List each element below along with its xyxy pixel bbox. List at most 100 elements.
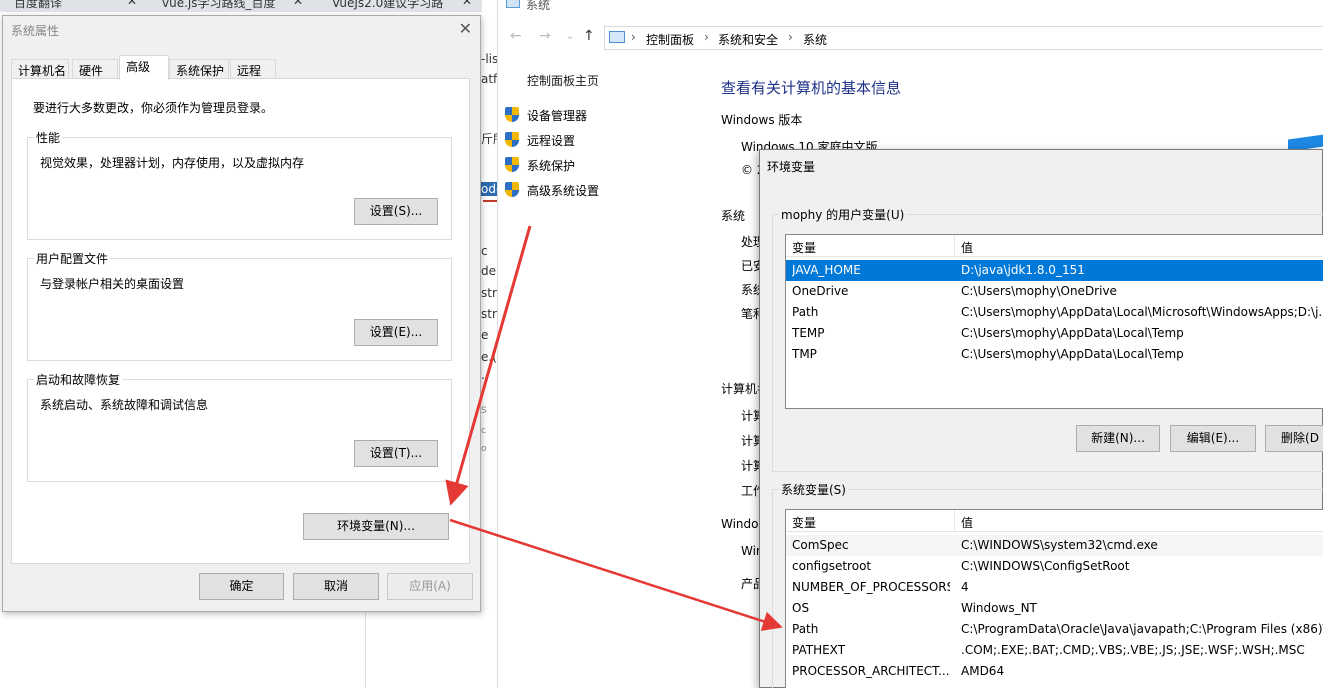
tab-system-protection[interactable]: 系统保护 [169, 59, 229, 79]
browser-tab[interactable]: VueJs2.0建议学习路 [332, 0, 443, 12]
table-row[interactable]: configsetroot C:\WINDOWS\ConfigSetRoot [786, 556, 1323, 577]
user-variables-list[interactable]: 变量 值 JAVA_HOME D:\java\jdk1.8.0_151 OneD… [785, 234, 1323, 409]
user-delete-button[interactable]: 删除(D [1265, 425, 1323, 452]
chevron-down-icon[interactable]: ⌄ [566, 31, 574, 42]
sidebar-item-label: 设备管理器 [527, 109, 588, 123]
tab-label: 高级 [126, 60, 151, 74]
tab-advanced[interactable]: 高级 [119, 55, 169, 80]
column-header-value[interactable]: 值 [961, 239, 973, 256]
group-title: 启动和故障恢复 [34, 371, 123, 388]
dialog-title: 系统属性 [11, 24, 60, 38]
variable-value: D:\java\jdk1.8.0_151 [961, 263, 1085, 277]
ok-button[interactable]: 确定 [199, 573, 284, 600]
tab-title: VueJs2.0建议学习路 [332, 0, 444, 10]
user-new-button[interactable]: 新建(N)... [1076, 425, 1160, 452]
cancel-button[interactable]: 取消 [293, 573, 379, 600]
variable-name: TEMP [792, 326, 825, 340]
admin-note: 要进行大多数更改，你必须作为管理员登录。 [33, 101, 274, 115]
forward-arrow-icon[interactable]: → [539, 28, 551, 44]
table-row[interactable]: OS Windows_NT [786, 598, 1323, 619]
browser-tab[interactable]: vue.js学习路线_百度 [162, 0, 276, 12]
tab-hardware[interactable]: 硬件 [72, 59, 118, 79]
table-row[interactable]: JAVA_HOME D:\java\jdk1.8.0_151 [786, 260, 1323, 281]
variable-value: C:\WINDOWS\ConfigSetRoot [961, 559, 1130, 573]
bg-text: strp [481, 286, 497, 300]
variable-value: C:\WINDOWS\system32\cmd.exe [961, 538, 1158, 552]
group-description: 视觉效果，处理器计划，内存使用，以及虚拟内存 [40, 156, 305, 170]
variable-value: .COM;.EXE;.BAT;.CMD;.VBS;.VBE;.JS;.JSE;.… [961, 643, 1305, 657]
table-row[interactable]: ComSpec C:\WINDOWS\system32\cmd.exe [786, 535, 1323, 556]
variable-name: TMP [792, 347, 817, 361]
tab-label: 计算机名 [18, 64, 67, 78]
user-edit-button[interactable]: 编辑(E)... [1170, 425, 1256, 452]
variable-name: OneDrive [792, 284, 849, 298]
table-row[interactable]: PROCESSOR_ARCHITECT... AMD64 [786, 661, 1323, 682]
table-row[interactable]: OneDrive C:\Users\mophy\OneDrive [786, 281, 1323, 302]
breadcrumb: › 控制面板 › 系统和安全 › 系统 [604, 26, 1323, 50]
startup-recovery-group: 启动和故障恢复 系统启动、系统故障和调试信息 设置(T)... [27, 371, 452, 482]
dialog-title: 环境变量 [767, 160, 816, 174]
table-row[interactable]: Path C:\Users\mophy\AppData\Local\Micros… [786, 302, 1323, 323]
bg-divider [365, 610, 366, 688]
close-icon[interactable]: ✕ [127, 0, 137, 12]
bg-text: e.( [481, 350, 497, 364]
column-divider[interactable] [954, 510, 955, 532]
sidebar-item-label: 远程设置 [527, 134, 576, 148]
up-arrow-icon[interactable]: ↑ [583, 28, 595, 44]
user-profile-settings-button[interactable]: 设置(E)... [354, 319, 438, 346]
bg-text: atf [481, 72, 497, 86]
column-divider[interactable] [954, 235, 955, 257]
window-title: 系统 [526, 0, 551, 12]
tab-remote[interactable]: 远程 [230, 59, 276, 79]
variable-name: configsetroot [792, 559, 872, 573]
column-header-value[interactable]: 值 [961, 514, 973, 531]
variable-value: C:\Users\mophy\AppData\Local\Microsoft\W… [961, 305, 1323, 319]
system-properties-dialog: 系统属性 ✕ 计算机名 硬件 高级 系统保护 远程 要进行大多数更改，你必须作为… [2, 15, 481, 612]
user-profile-group: 用户配置文件 与登录帐户相关的桌面设置 设置(E)... [27, 250, 452, 361]
background-browser-content: -lis atf 斤所 ode c de strp strp e e.( . S… [481, 12, 497, 688]
table-row[interactable]: TMP C:\Users\mophy\AppData\Local\Temp [786, 344, 1323, 365]
shield-icon [505, 157, 519, 172]
close-icon[interactable]: ✕ [462, 0, 472, 12]
close-icon[interactable]: ✕ [293, 0, 303, 12]
breadcrumb-item[interactable]: 系统和安全 [718, 31, 778, 48]
table-row[interactable]: PATHEXT .COM;.EXE;.BAT;.CMD;.VBS;.VBE;.J… [786, 640, 1323, 661]
system-variables-list[interactable]: 变量 值 ComSpec C:\WINDOWS\system32\cmd.exe… [785, 509, 1323, 688]
bg-text: o [481, 444, 487, 454]
variable-name: JAVA_HOME [792, 263, 861, 277]
browser-tab[interactable]: 百度翻译 [14, 0, 62, 12]
group-description: 与登录帐户相关的桌面设置 [40, 277, 185, 291]
table-row[interactable]: TEMP C:\Users\mophy\AppData\Local\Temp [786, 323, 1323, 344]
list-header: 变量 值 [786, 510, 1323, 532]
close-icon[interactable]: ✕ [459, 19, 472, 38]
tab-computer-name[interactable]: 计算机名 [11, 59, 69, 79]
bg-text: S [481, 406, 487, 416]
variable-name: Path [792, 305, 819, 319]
table-row[interactable]: NUMBER_OF_PROCESSORS 4 [786, 577, 1323, 598]
chevron-right-icon: › [788, 30, 793, 44]
column-header-name[interactable]: 变量 [792, 239, 816, 256]
environment-variables-button[interactable]: 环境变量(N)... [303, 513, 449, 540]
group-title: 用户配置文件 [34, 250, 111, 267]
variable-value: AMD64 [961, 664, 1005, 678]
environment-variables-dialog: 环境变量 mophy 的用户变量(U) 变量 值 JAVA_HOME D:\ja… [759, 149, 1323, 688]
tab-label: 系统保护 [176, 64, 225, 78]
computer-icon [506, 0, 520, 8]
table-row[interactable]: Path C:\ProgramData\Oracle\Java\javapath… [786, 619, 1323, 640]
variable-name: NUMBER_OF_PROCESSORS [792, 580, 950, 594]
column-header-name[interactable]: 变量 [792, 514, 816, 531]
bg-text: strp [481, 307, 497, 321]
startup-recovery-settings-button[interactable]: 设置(T)... [354, 440, 438, 467]
breadcrumb-item[interactable]: 控制面板 [646, 31, 694, 48]
shield-icon [505, 132, 519, 147]
section-title: Windows 版本 [721, 113, 803, 127]
back-arrow-icon[interactable]: ← [510, 28, 522, 44]
list-header: 变量 值 [786, 235, 1323, 257]
control-panel-home-link[interactable]: 控制面板主页 [527, 72, 599, 89]
bg-text: . [481, 368, 485, 382]
bg-text: 斤所 [481, 132, 497, 146]
apply-button[interactable]: 应用(A) [387, 573, 473, 600]
browser-tab-strip: 百度翻译 ✕ vue.js学习路线_百度 ✕ VueJs2.0建议学习路 ✕ [0, 0, 482, 12]
breadcrumb-item[interactable]: 系统 [803, 31, 827, 48]
performance-settings-button[interactable]: 设置(S)... [354, 198, 438, 225]
